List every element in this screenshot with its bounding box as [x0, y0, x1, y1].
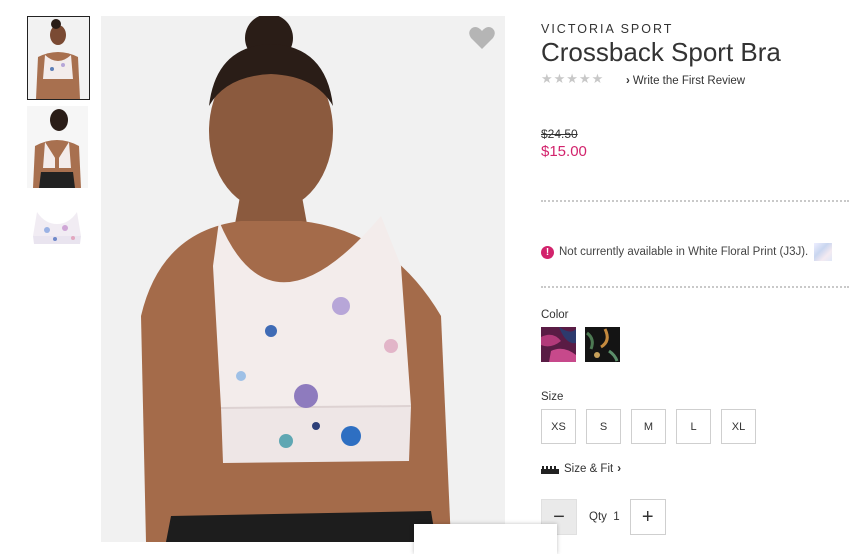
size-option-l[interactable]: L: [676, 409, 711, 444]
main-product-image[interactable]: [101, 16, 505, 542]
sale-price: $15.00: [541, 143, 587, 160]
thumbnail-list: [27, 16, 90, 282]
thumbnail-back[interactable]: [27, 106, 88, 188]
favorite-heart-icon[interactable]: [469, 26, 495, 50]
size-option-m[interactable]: M: [631, 409, 666, 444]
availability-message: Not currently available in White Floral …: [559, 246, 809, 258]
original-price: $24.50: [541, 127, 578, 141]
alert-circle-icon: !: [541, 245, 554, 259]
color-label: Color: [541, 309, 569, 321]
product-title: Crossback Sport Bra: [541, 37, 781, 67]
write-review-link[interactable]: › Write the First Review: [626, 75, 745, 87]
color-swatches: [541, 327, 620, 362]
size-selector: XS S M L XL: [541, 409, 756, 444]
qty-increase-button[interactable]: +: [629, 499, 666, 535]
color-swatch-black-floral[interactable]: [585, 327, 620, 362]
availability-notice: ! Not currently available in White Flora…: [541, 243, 833, 261]
size-fit-link[interactable]: Size & Fit ›: [541, 463, 621, 475]
divider: [541, 286, 849, 288]
qty-display: Qty 1: [589, 511, 620, 523]
divider: [541, 200, 849, 202]
selected-color-swatch: [814, 243, 833, 261]
color-swatch-purple-floral[interactable]: [541, 327, 576, 362]
size-option-xs[interactable]: XS: [541, 409, 576, 444]
chevron-right-icon: ›: [617, 463, 622, 475]
size-option-s[interactable]: S: [586, 409, 621, 444]
quantity-stepper: − Qty 1 +: [541, 499, 666, 535]
size-label: Size: [541, 391, 564, 403]
chevron-right-icon: ›: [626, 75, 630, 87]
thumbnail-product[interactable]: [27, 194, 88, 276]
size-option-xl[interactable]: XL: [721, 409, 756, 444]
ruler-icon: [541, 465, 559, 474]
overlay-popup: [414, 524, 557, 554]
brand-name: VICTORIA SPORT: [541, 22, 674, 36]
thumbnail-front[interactable]: [27, 16, 90, 100]
rating-stars: ★★★★★: [541, 71, 605, 86]
